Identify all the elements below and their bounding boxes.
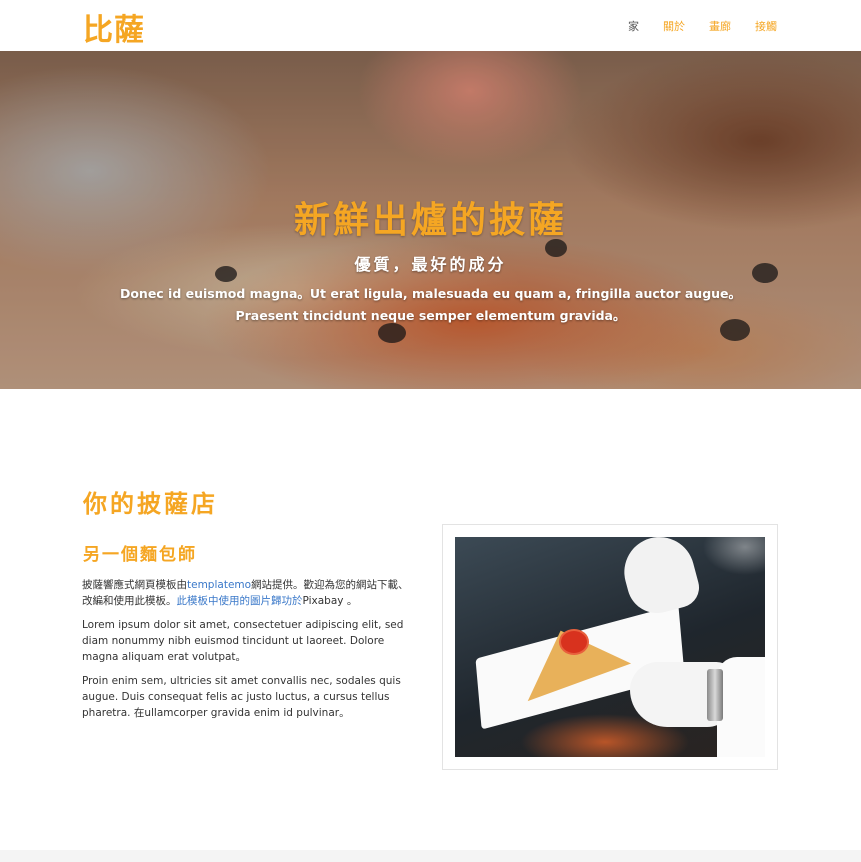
section-subtitle: 另一個麵包師 [83, 545, 197, 565]
glove-shape [616, 537, 704, 620]
section-title: 你的披薩店 [83, 489, 218, 518]
footer-strip [0, 850, 861, 862]
tomato-shape [559, 629, 589, 655]
main-nav: 家 關於 畫廊 接觸 [604, 18, 777, 34]
hero-title: 新鮮出爐的披薩 [293, 199, 567, 241]
watch-shape [707, 669, 723, 721]
nav-item-home[interactable]: 家 [628, 18, 639, 34]
nav-item-contact[interactable]: 接觸 [755, 18, 777, 34]
site-logo[interactable]: 比薩 [83, 5, 145, 49]
hero-banner: 新鮮出爐的披薩 優質，最好的成分 Donec id euismod magna。… [0, 51, 861, 389]
nav-item-gallery[interactable]: 畫廊 [709, 18, 731, 34]
image-credit-link[interactable]: 此模板中使用的圖片歸功於 [177, 595, 303, 607]
hero-subtitle: 優質，最好的成分 [354, 255, 507, 274]
nav-item-about[interactable]: 關於 [663, 18, 685, 34]
pizza-photo-frame [442, 524, 778, 770]
hero-description-line: Donec id euismod magna。Ut erat ligula, m… [119, 286, 742, 301]
hero-description: Donec id euismod magna。Ut erat ligula, m… [0, 283, 861, 327]
templatemo-link[interactable]: templatemo [187, 579, 251, 591]
site-header: 比薩 家 關於 畫廊 接觸 [0, 0, 861, 51]
intro-paragraph: 披薩響應式網頁模板由templatemo網站提供。歡迎為您的網站下載、改編和使用… [82, 577, 412, 609]
pizza-photo [455, 537, 765, 757]
hero-description-line: Praesent tincidunt neque semper elementu… [235, 308, 626, 323]
body-paragraph: Lorem ipsum dolor sit amet, consectetuer… [82, 619, 404, 663]
body-paragraph: Proin enim sem, ultricies sit amet conva… [82, 675, 401, 719]
sleeve-shape [717, 657, 765, 757]
intro-text: 披薩響應式網頁模板由 [82, 579, 187, 591]
intro-text: Pixabay 。 [302, 595, 358, 607]
